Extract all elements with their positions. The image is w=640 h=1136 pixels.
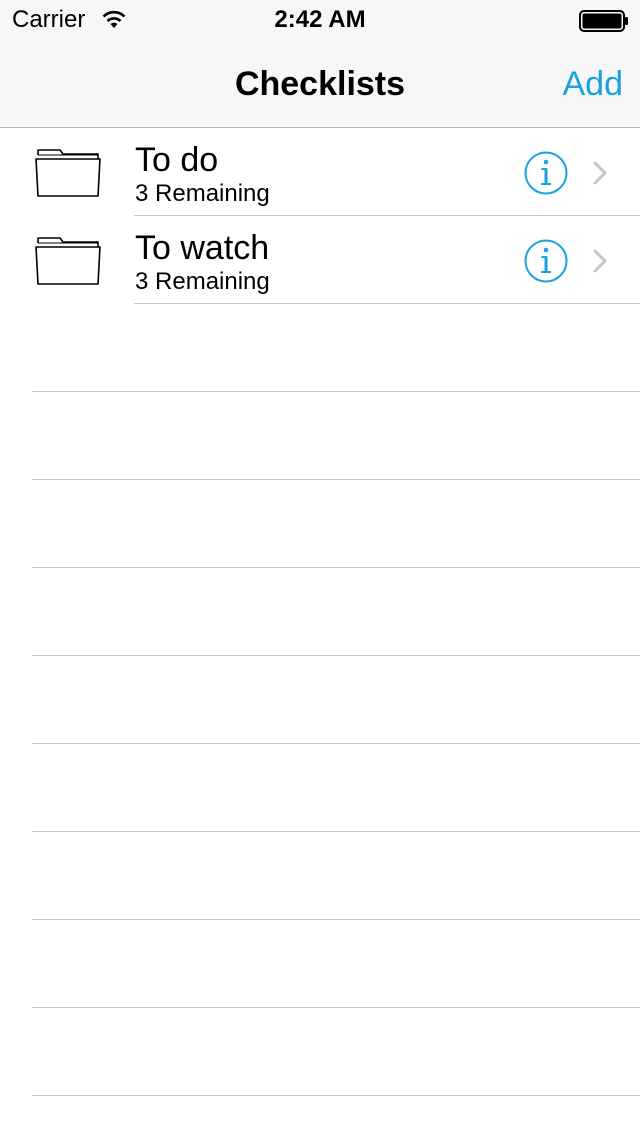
checklist-title: To do — [135, 141, 219, 179]
info-button[interactable] — [524, 151, 568, 195]
empty-row — [0, 392, 640, 480]
status-bar: Carrier 2:42 AM — [0, 0, 640, 40]
info-button[interactable] — [524, 239, 568, 283]
page-title: Checklists — [234, 65, 406, 103]
chevron-right-icon — [593, 249, 607, 273]
folder-icon — [35, 149, 101, 197]
battery-icon — [579, 10, 628, 32]
empty-row — [0, 304, 640, 392]
checklist-row[interactable]: To do 3 Remaining — [0, 128, 640, 216]
remaining-count: 3 Remaining — [135, 180, 270, 207]
screen: Carrier 2:42 AM Checklists Add To do 3 R… — [0, 0, 640, 1136]
empty-row — [0, 568, 640, 656]
empty-row — [0, 656, 640, 744]
empty-row — [0, 832, 640, 920]
chevron-right-icon — [593, 161, 607, 185]
checklist-title: To watch — [135, 229, 270, 267]
empty-row — [0, 920, 640, 1008]
clock: 2:42 AM — [274, 6, 366, 33]
checklist-table: To do 3 Remaining To watch 3 Remaining — [0, 128, 640, 1096]
empty-row — [0, 480, 640, 568]
navigation-bar: Checklists Add — [0, 40, 640, 128]
checklist-row[interactable]: To watch 3 Remaining — [0, 216, 640, 304]
empty-row — [0, 744, 640, 832]
empty-row — [0, 1008, 640, 1096]
add-button[interactable]: Add — [563, 40, 624, 128]
remaining-count: 3 Remaining — [135, 268, 270, 295]
folder-icon — [35, 237, 101, 285]
